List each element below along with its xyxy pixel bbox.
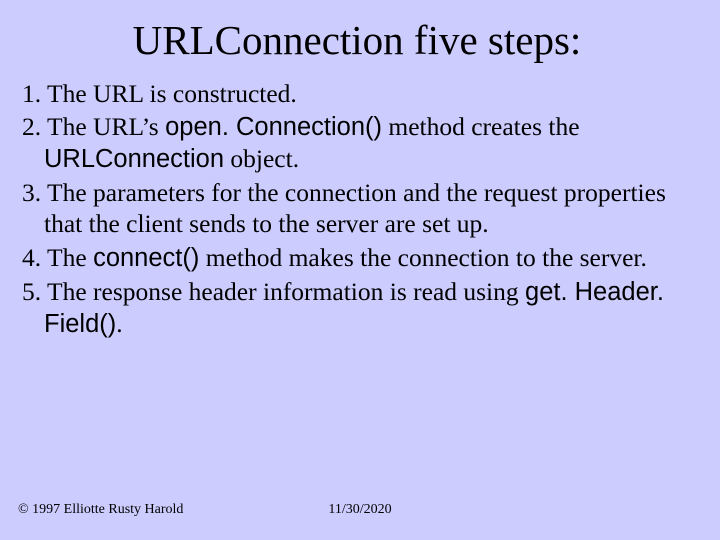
slide: URLConnection five steps: 1. The URL is … (0, 0, 720, 540)
step-2-text-b: method creates the (382, 112, 580, 141)
step-4: 4. The connect() method makes the connec… (22, 242, 692, 274)
step-2-text-a: 2. The URL’s (22, 112, 165, 141)
step-2-code-a: open. Connection() (165, 113, 382, 141)
footer-date: 11/30/2020 (328, 502, 391, 518)
step-4-text-b: method makes the connection to the serve… (199, 243, 647, 272)
step-5-text-a: 5. The response header information is re… (22, 277, 525, 306)
step-2: 2. The URL’s open. Connection() method c… (22, 111, 692, 175)
step-2-code-b: URLConnection (44, 145, 224, 173)
footer-copyright: © 1997 Elliotte Rusty Harold (18, 502, 183, 518)
step-3-text: 3. The parameters for the connection and… (22, 178, 666, 238)
slide-title: URLConnection five steps: (22, 16, 692, 64)
step-2-text-c: object. (224, 144, 299, 173)
step-4-code: connect() (93, 244, 199, 272)
step-3: 3. The parameters for the connection and… (22, 177, 692, 239)
step-1: 1. The URL is constructed. (22, 78, 692, 109)
slide-footer: © 1997 Elliotte Rusty Harold 11/30/2020 (18, 502, 702, 518)
step-5: 5. The response header information is re… (22, 276, 692, 340)
slide-body: 1. The URL is constructed. 2. The URL’s … (22, 78, 692, 340)
step-5-text-b: . (116, 309, 122, 338)
step-1-text: 1. The URL is constructed. (22, 79, 297, 108)
step-4-text-a: 4. The (22, 243, 93, 272)
